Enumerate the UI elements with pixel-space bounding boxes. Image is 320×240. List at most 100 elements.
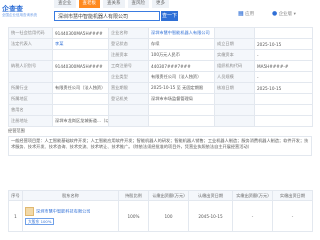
info-value (254, 93, 313, 105)
nav-item-boss[interactable]: 查老板 (78, 0, 100, 8)
info-label (214, 104, 255, 116)
info-value: 2025-10-15 至 无固定期限 (148, 82, 215, 94)
info-value: 深圳市慧中智能机器人有限公司 (148, 27, 215, 39)
info-value (148, 104, 215, 116)
chevron-down-icon: ▾ (293, 12, 296, 17)
info-value: 100万元人民币 (148, 49, 215, 61)
info-value: 存续 (148, 38, 215, 50)
investor-name[interactable]: 深圳市慧中智能科技有限公司 (36, 209, 90, 214)
info-label: 统一社会信用代码 (8, 27, 53, 39)
investor-header: 实缴出资额(万元) (232, 190, 273, 201)
info-row: 注册地址深圳市龙岗区龙城街道…（以上地址为企业登记地址） (8, 115, 313, 127)
info-row: 法定代表人 李某 登记状态 存续 成立日期 2025-10-15 (8, 38, 313, 50)
investor-header: 认缴出资日期 (188, 190, 233, 201)
info-value: 91440300MA5H#### (52, 60, 109, 72)
info-label: 成立日期 (214, 38, 255, 50)
info-value (52, 49, 109, 61)
info-value (254, 104, 313, 116)
info-label: 曾用名 (8, 104, 53, 116)
info-label (108, 104, 149, 116)
investor-paid_date: - (272, 200, 313, 232)
info-value (52, 71, 109, 83)
info-label (214, 115, 255, 127)
top-bar: 企查查 全国企业信用查询系统 查企业 查老板 查关系 查风险 更多 深圳市慧中智… (0, 0, 320, 26)
info-value[interactable]: 李某 (52, 38, 109, 50)
info-label: 所属行业 (8, 82, 53, 94)
info-row: 曾用名 (8, 104, 313, 116)
nav-item-more[interactable]: 更多 (152, 0, 169, 8)
investor-header: 认缴出资额(万元) (148, 190, 189, 201)
info-value (52, 93, 109, 105)
info-row: 纳税人识别号 91440300MA5H#### 工商注册号 440307###7###… (8, 60, 313, 72)
info-value: - (254, 49, 313, 61)
brand-logo[interactable]: 企查查 全国企业信用查询系统 (2, 4, 52, 18)
main-nav: 查企业 查老板 查关系 查风险 更多 (54, 0, 172, 10)
investors-table: 序号 股东名称 持股比例 认缴出资额(万元) 认缴出资日期 实缴出资额(万元) 实缴出资日期… (8, 190, 313, 232)
info-label: 企业名称 (108, 27, 149, 39)
info-label: 实缴资本 (214, 49, 255, 61)
info-value (148, 115, 215, 127)
info-label (214, 93, 255, 105)
info-label: 注册资本 (108, 49, 149, 61)
info-value (254, 27, 313, 39)
info-label (214, 27, 255, 39)
info-value: 91440300MA5H#### (52, 27, 109, 39)
info-label (8, 49, 53, 61)
shareholder-tag: 大股东 100% (25, 218, 55, 225)
nav-item-company[interactable]: 查企业 (54, 0, 76, 8)
nav-item-risk[interactable]: 查风险 (127, 0, 149, 8)
investor-sub_amount: 100 (148, 200, 189, 232)
info-label: 注册地址 (8, 115, 53, 127)
investor-row: 1 深圳市慧中智能科技有限公司 大股东 100% 100% 100 2045-10-15-… (8, 200, 313, 232)
info-label: 营业期限 (108, 82, 149, 94)
brand-tagline: 全国企业信用查询系统 (2, 13, 37, 17)
info-label: 组织机构代码 (214, 60, 255, 72)
info-label: 人员规模 (214, 71, 255, 83)
investor-header: 序号 (8, 190, 23, 201)
app-link[interactable]: ▦ 应用 (238, 10, 254, 17)
info-value (254, 115, 313, 127)
user-icon: ● (272, 10, 278, 17)
info-label: 工商注册号 (108, 60, 149, 72)
info-label: 登记机关 (108, 93, 149, 105)
investor-ratio: 100% (118, 200, 149, 232)
info-value: 2025-10-15 (254, 38, 313, 50)
investor-name-cell: 深圳市慧中智能科技有限公司大股东 100% (22, 200, 119, 232)
nav-item-relation[interactable]: 查关系 (103, 0, 125, 8)
investor-header: 持股比例 (118, 190, 149, 201)
investor-index: 1 (8, 200, 23, 232)
info-value: - (254, 71, 313, 83)
company-logo-icon (25, 207, 34, 216)
info-row: 注册资本 100万元人民币 实缴资本 - (8, 49, 313, 61)
info-label: 企业类型 (108, 71, 149, 83)
investor-sub_date: 2045-10-15 (188, 200, 233, 232)
info-row: 企业类型 有限责任公司（法人独资） 人员规模 - (8, 71, 313, 83)
info-label: 纳税人识别号 (8, 60, 53, 72)
info-label (108, 115, 149, 127)
app-icon: ▦ (238, 10, 244, 17)
scope-text: 一般经营项目是：人工智能基础软件开发；人工智能应用软件开发；智能机器人的研发；智… (11, 138, 309, 149)
info-row: 所属行业 有限责任公司（法人独资） 营业期限 2025-10-15 至 无固定期限 核准… (8, 82, 313, 94)
search-input[interactable]: 深圳市慧中智能机器人有限公司 (54, 11, 160, 21)
scope-box: 一般经营项目是：人工智能基础软件开发；人工智能应用软件开发；智能机器人的研发；智… (8, 136, 312, 156)
info-value: MA5H####-# (254, 60, 313, 72)
info-row: 统一社会信用代码 91440300MA5H#### 企业名称 深圳市慧中智能机器人有限… (8, 27, 313, 39)
business-info-table: 统一社会信用代码 91440300MA5H#### 企业名称 深圳市慧中智能机器人有限… (8, 27, 313, 127)
info-row: 所属地区 登记机关 深圳市市场监督管理局 (8, 93, 313, 105)
info-value: 有限责任公司（法人独资） (148, 71, 215, 83)
user-label: 企业版 (278, 12, 293, 17)
info-label: 核准日期 (214, 82, 255, 94)
app-label: 应用 (245, 12, 255, 17)
info-value: 深圳市龙岗区龙城街道…（以上地址为企业登记地址） (52, 115, 109, 127)
search-input-value: 深圳市慧中智能机器人有限公司 (58, 14, 129, 20)
info-value: 2025-10-15 (254, 82, 313, 94)
investor-paid_amount: - (232, 200, 273, 232)
user-menu[interactable]: ● 企业版 ▾ (272, 10, 296, 17)
info-label: 登记状态 (108, 38, 149, 50)
investor-header: 股东名称 (22, 190, 119, 201)
info-value (52, 104, 109, 116)
info-label (8, 71, 53, 83)
info-label: 所属地区 (8, 93, 53, 105)
info-value: 440307###7### (148, 60, 215, 72)
search-button[interactable]: 查一下 (161, 11, 178, 21)
